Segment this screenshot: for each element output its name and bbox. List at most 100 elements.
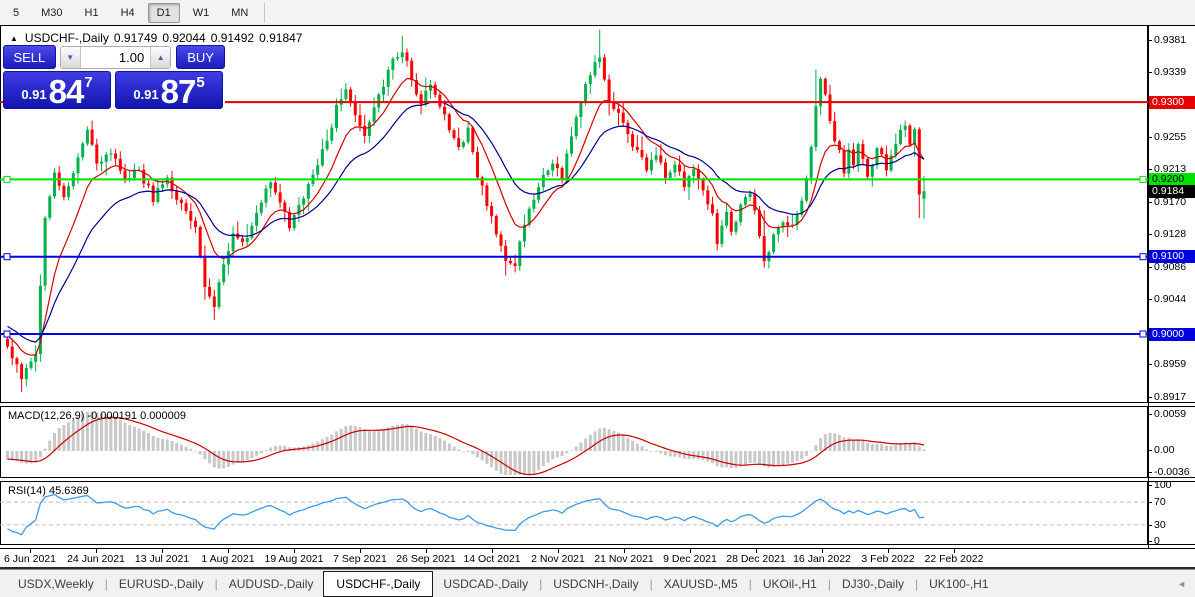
rsi-indicator-panel[interactable] [0,482,1148,544]
date-label: 1 Aug 2021 [201,553,255,565]
timeframe-button-H1[interactable]: H1 [76,3,108,23]
rsi-tick: 30 [1154,519,1166,531]
rsi-tick: 70 [1154,496,1166,508]
buy-price-prefix: 0.91 [133,87,159,102]
tab-separator: | [539,576,543,591]
date-label: 16 Jan 2022 [793,553,851,565]
tab-separator: | [915,576,919,591]
rsi-tick-mark [1148,525,1152,526]
trade-widget-prices: 0.91 84 7 0.91 87 5 [3,71,225,109]
chart-tab-usdcad-daily[interactable]: USDCAD-,Daily [433,573,538,595]
date-label: 22 Feb 2022 [924,553,984,565]
buy-price-big: 87 [160,73,197,110]
hline-handle[interactable] [1139,330,1147,338]
date-label: 13 Jul 2021 [134,553,190,565]
macd-tick: -0.0036 [1154,466,1190,478]
chart-tab-ukoil-h1[interactable]: UKOil-,H1 [753,573,827,595]
one-click-trade-widget: SELL ▼ 1.00 ▲ BUY 0.91 84 7 0.91 87 5 [3,45,225,109]
price-tick: 0.9170 [1154,195,1187,208]
price-tick: 0.9044 [1154,293,1187,306]
sell-price-sup: 7 [84,74,93,91]
timeframe-button-5[interactable]: 5 [4,3,28,23]
hline-handle[interactable] [3,253,11,261]
hline-handle[interactable] [1139,253,1147,261]
timeframe-button-H4[interactable]: H4 [112,3,144,23]
timeframe-button-W1[interactable]: W1 [184,3,219,23]
hline-handle[interactable] [3,175,11,183]
timeframe-button-MN[interactable]: MN [222,3,257,23]
toolbar-separator [264,2,266,23]
rsi-tick: 0 [1154,535,1160,547]
price-tick-mark [1148,136,1152,138]
collapse-chart-icon[interactable]: ▲ [10,34,18,43]
chart-title-row: ▲ USDCHF-,Daily 0.91749 0.92044 0.91492 … [10,31,302,45]
ohlc-open: 0.91749 [113,31,158,45]
rsi-tick: 100 [1154,479,1172,491]
sell-price-prefix: 0.91 [21,87,47,102]
price-tick: 0.9086 [1154,260,1187,273]
date-label: 26 Sep 2021 [396,553,456,565]
date-label: 6 Jun 2021 [4,553,56,565]
price-tick-mark [1148,234,1152,236]
timeframe-button-M30[interactable]: M30 [32,3,71,23]
volume-decrease-icon[interactable]: ▼ [60,46,81,68]
price-tick: 0.8959 [1154,358,1187,371]
macd-tick: 0.00 [1154,444,1175,456]
date-label: 24 Jun 2021 [67,553,125,565]
ma-fast-line [7,77,925,356]
volume-increase-icon[interactable]: ▲ [150,46,171,68]
price-tick-mark [1148,39,1152,41]
sell-button[interactable]: SELL [3,45,56,69]
tab-separator: | [214,576,218,591]
price-tick: 0.9381 [1154,33,1187,46]
price-tick: 0.9255 [1154,130,1187,143]
chart-tab-usdcnh-daily[interactable]: USDCNH-,Daily [543,573,648,595]
date-label: 7 Sep 2021 [333,553,387,565]
chart-tab-uk100-h1[interactable]: UK100-,H1 [919,573,998,595]
chart-tab-usdchf-daily[interactable]: USDCHF-,Daily [323,570,434,597]
date-label: 14 Oct 2021 [463,553,521,565]
chart-tab-usdx-weekly[interactable]: USDX,Weekly [8,573,104,595]
timeframe-toolbar: 5 M30 H1 H4 D1 W1 MN [0,0,1195,25]
buy-price-sup: 5 [196,74,205,91]
rsi-tick-mark [1148,485,1152,486]
macd-tick-mark [1148,472,1152,473]
volume-spinner: ▼ 1.00 ▲ [59,45,172,69]
ohlc-close: 0.91847 [259,31,303,45]
timeframe-button-D1[interactable]: D1 [147,2,180,23]
tab-separator: | [827,576,831,591]
volume-input[interactable]: 1.00 [81,47,150,68]
price-tick-mark [1148,396,1152,398]
price-tick: 0.9339 [1154,65,1187,78]
price-level-label-0.9000: 0.9000 [1149,327,1195,341]
rsi-tick-mark [1148,502,1152,503]
price-tick: 0.9128 [1154,228,1187,241]
rsi-tick-mark [1148,541,1152,542]
price-level-label-0.9100: 0.9100 [1149,250,1195,264]
hline-handle[interactable] [3,330,11,338]
price-tick-mark [1148,169,1152,171]
buy-price-box[interactable]: 0.91 87 5 [115,71,223,109]
sell-price-big: 84 [48,73,85,110]
tab-scroll-left-icon[interactable]: ◄ [1177,579,1186,589]
chart-tab-xauusd-m5[interactable]: XAUUSD-,M5 [654,573,748,595]
trade-widget-controls: SELL ▼ 1.00 ▲ BUY [3,45,225,69]
price-tick-mark [1148,299,1152,301]
price-tick-mark [1148,364,1152,366]
chart-tab-audusd-daily[interactable]: AUDUSD-,Daily [219,573,324,595]
ohlc-low: 0.91492 [210,31,255,45]
buy-button[interactable]: BUY [176,45,225,69]
macd-tick: 0.0059 [1154,408,1187,420]
chart-tab-dj30-daily[interactable]: DJ30-,Daily [832,573,914,595]
price-tick-mark [1148,71,1152,73]
tab-separator: | [748,576,752,591]
ohlc-high: 0.92044 [162,31,206,45]
ma-slow-line [7,101,925,343]
sell-price-box[interactable]: 0.91 84 7 [3,71,111,109]
price-tick-mark [1148,201,1152,203]
rsi-label: RSI(14) 45.6369 [8,485,89,497]
hline-handle[interactable] [1139,175,1147,183]
chart-symbol-title: USDCHF-,Daily [24,31,109,45]
date-label: 21 Nov 2021 [594,553,654,565]
chart-tab-eurusd-daily[interactable]: EURUSD-,Daily [109,573,214,595]
